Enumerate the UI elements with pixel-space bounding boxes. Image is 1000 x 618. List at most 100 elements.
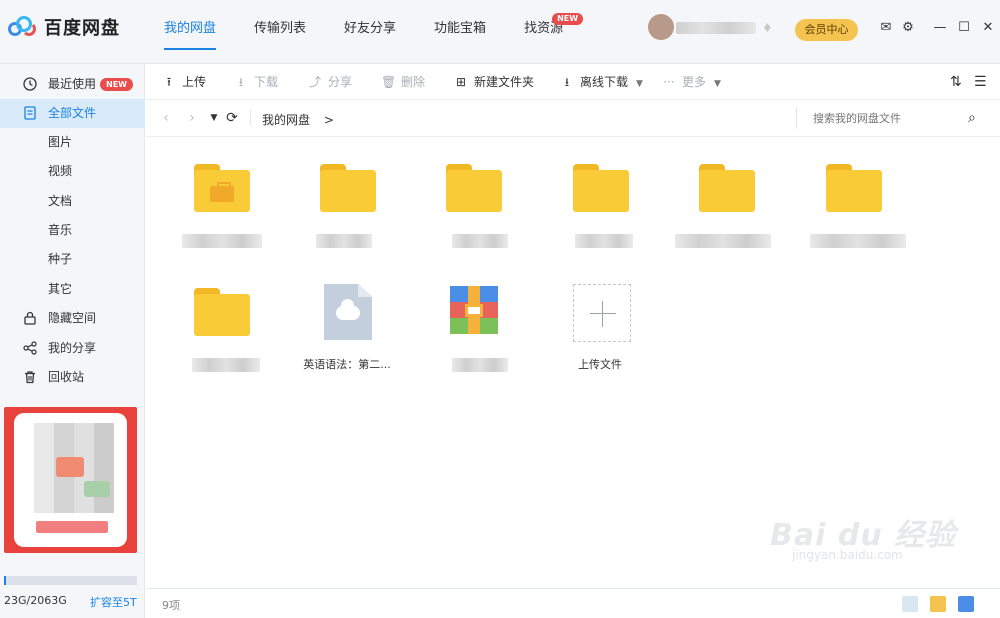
- folder-icon: [446, 164, 502, 212]
- top-navigation: 我的网盘 传输列表 好友分享 功能宝箱 找资源 NEW: [150, 0, 587, 64]
- folder-item[interactable]: [418, 138, 528, 248]
- sidebar-item-others[interactable]: 其它: [0, 275, 145, 304]
- sidebar-item-label: 视频: [48, 164, 73, 178]
- promo-card: [14, 413, 127, 547]
- breadcrumb-root[interactable]: 我的网盘: [262, 113, 310, 127]
- new-folder-button[interactable]: ⊞ 新建文件夹: [454, 64, 534, 100]
- sidebar-item-documents[interactable]: 文档: [0, 187, 145, 216]
- share-icon: [23, 341, 37, 355]
- briefcase-icon: [210, 182, 234, 202]
- maximize-icon[interactable]: ☐: [956, 20, 972, 36]
- more-icon: ···: [663, 75, 675, 89]
- tab-friend-share[interactable]: 好友分享: [330, 0, 410, 64]
- delete-button[interactable]: 🗑 删除: [381, 64, 425, 100]
- grid-view-icon[interactable]: [902, 596, 918, 612]
- clock-icon: [23, 77, 37, 91]
- gear-icon[interactable]: ⚙: [900, 20, 916, 36]
- share-button[interactable]: ⤴ 分享: [308, 64, 352, 100]
- archive-item[interactable]: [418, 262, 528, 372]
- tab-find-resources[interactable]: 找资源 NEW: [510, 0, 584, 64]
- delete-label: 删除: [401, 75, 426, 89]
- divider: [250, 110, 251, 126]
- tab-my-netdisk[interactable]: 我的网盘: [150, 0, 230, 64]
- lock-icon: [24, 311, 36, 325]
- search-input[interactable]: [813, 110, 963, 126]
- minimize-icon[interactable]: —: [932, 20, 948, 36]
- forward-arrow-icon[interactable]: ›: [184, 109, 200, 127]
- sidebar-item-label: 文档: [48, 194, 73, 208]
- folder-item[interactable]: [545, 138, 655, 248]
- tab-transfer-list[interactable]: 传输列表: [240, 0, 320, 64]
- offline-download-label: 离线下载: [580, 75, 629, 89]
- file-name-blurred: [810, 234, 906, 248]
- sort-icon[interactable]: ⇅: [950, 64, 962, 100]
- file-name-blurred: [452, 234, 508, 248]
- sidebar-item-label: 隐藏空间: [48, 311, 97, 325]
- download-button[interactable]: ⭳ 下载: [234, 64, 278, 100]
- toolbar: ⭱ 上传 ⭳ 下载 ⤴ 分享 🗑 删除 ⊞ 新建文件夹 ⭳ 离线下载 ▼ ··· 更多 ▼ ⇅ ☰: [146, 64, 1000, 100]
- file-name-blurred: [575, 234, 633, 248]
- close-icon[interactable]: ✕: [980, 20, 996, 36]
- promo-banner[interactable]: [4, 407, 137, 553]
- list-view-icon[interactable]: ☰: [974, 64, 987, 100]
- tab-label: 功能宝箱: [434, 21, 487, 36]
- upload-button[interactable]: ⭱ 上传: [162, 64, 206, 100]
- sidebar-item-my-shares[interactable]: 我的分享: [0, 334, 145, 363]
- folder-icon: [826, 164, 882, 212]
- file-name-blurred: [182, 234, 262, 248]
- plus-icon: [573, 284, 631, 342]
- sidebar-item-all-files[interactable]: 全部文件: [0, 99, 145, 128]
- sidebar-item-music[interactable]: 音乐: [0, 216, 145, 245]
- history-dropdown-icon[interactable]: ▼: [206, 109, 222, 127]
- back-arrow-icon[interactable]: ‹: [158, 109, 174, 127]
- diamond-icon: ♦: [762, 21, 773, 35]
- sidebar-item-label: 回收站: [48, 370, 85, 384]
- chevron-down-icon: ▼: [636, 79, 643, 89]
- folder-icon: [320, 164, 376, 212]
- app-logo[interactable]: 百度网盘: [8, 14, 120, 40]
- document-icon: [24, 106, 36, 120]
- folder-item[interactable]: [798, 138, 908, 248]
- document-item[interactable]: 英语语法：第二...: [292, 262, 402, 372]
- sidebar-item-label: 其它: [48, 282, 73, 296]
- sidebar-item-recent[interactable]: 最近使用 NEW: [0, 70, 145, 99]
- promo-caption-blurred: [36, 521, 108, 533]
- avatar[interactable]: [648, 14, 674, 40]
- search-box: ⌕: [796, 107, 992, 129]
- share-label: 分享: [328, 75, 353, 89]
- breadcrumb-separator[interactable]: >: [324, 113, 334, 127]
- folder-item[interactable]: [166, 262, 276, 372]
- expand-storage-link[interactable]: 扩容至5T: [90, 594, 137, 610]
- sidebar-item-images[interactable]: 图片: [0, 128, 145, 157]
- upload-file-tile[interactable]: 上传文件: [545, 262, 655, 372]
- folder-item[interactable]: [166, 138, 276, 248]
- folder-item[interactable]: [671, 138, 781, 248]
- storage-usage-text: 23G/2063G: [4, 594, 67, 607]
- trash-icon: 🗑: [381, 75, 397, 89]
- offline-download-button[interactable]: ⭳ 离线下载 ▼: [560, 64, 643, 100]
- tab-label: 好友分享: [344, 21, 397, 36]
- search-icon[interactable]: ⌕: [968, 110, 984, 126]
- upload-arrow-icon[interactable]: [930, 596, 946, 612]
- new-badge: NEW: [552, 13, 584, 25]
- new-folder-icon: ⊞: [455, 75, 467, 89]
- chevron-down-icon: ▼: [714, 79, 721, 89]
- username-blurred[interactable]: [676, 22, 756, 34]
- lock-icon[interactable]: [958, 596, 974, 612]
- download-icon: ⭳: [564, 75, 570, 89]
- mail-icon[interactable]: ✉: [878, 20, 894, 36]
- breadcrumb: 我的网盘 >: [262, 111, 334, 128]
- tab-toolbox[interactable]: 功能宝箱: [420, 0, 500, 64]
- sidebar-item-torrents[interactable]: 种子: [0, 245, 145, 274]
- more-button[interactable]: ··· 更多 ▼: [662, 64, 721, 100]
- tab-label: 我的网盘: [164, 21, 217, 36]
- folder-item[interactable]: [292, 138, 402, 248]
- file-name-blurred: [452, 358, 508, 372]
- more-label: 更多: [682, 75, 707, 89]
- folder-icon: [699, 164, 755, 212]
- member-center-button[interactable]: 会员中心: [795, 19, 858, 41]
- sidebar-item-hidden-space[interactable]: 隐藏空间: [0, 304, 145, 333]
- sidebar-item-videos[interactable]: 视频: [0, 157, 145, 186]
- refresh-icon[interactable]: ⟳: [224, 109, 240, 127]
- sidebar-item-recycle-bin[interactable]: 回收站: [0, 363, 145, 392]
